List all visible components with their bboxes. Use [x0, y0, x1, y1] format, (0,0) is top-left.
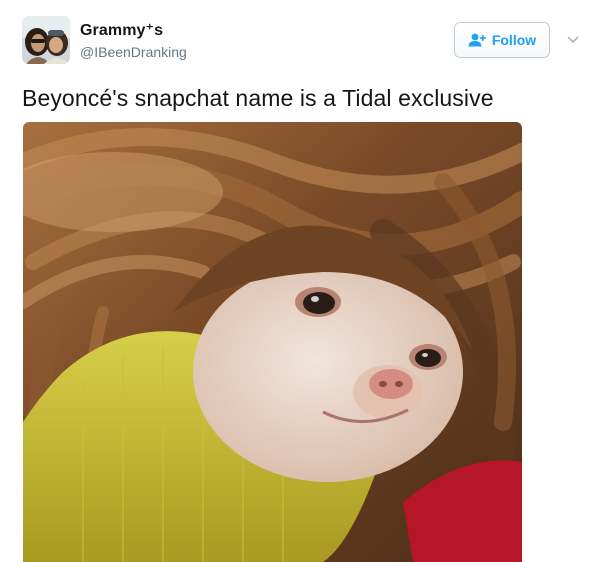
add-user-icon	[468, 33, 486, 47]
more-options-caret[interactable]	[566, 33, 580, 47]
avatar-image	[22, 16, 70, 64]
follow-button[interactable]: Follow	[454, 22, 550, 58]
display-name[interactable]: Grammy⁺s	[80, 21, 187, 41]
photo-chihuahua-in-wig	[23, 122, 522, 562]
user-handle[interactable]: @IBeenDranking	[80, 43, 187, 61]
tweet-text: Beyoncé's snapchat name is a Tidal exclu…	[22, 85, 494, 111]
tweet-card: Grammy⁺s @IBeenDranking Follow Beyoncé's…	[0, 0, 595, 562]
user-names: Grammy⁺s @IBeenDranking	[80, 21, 187, 61]
chevron-down-icon	[567, 36, 579, 43]
tweet-photo[interactable]	[23, 122, 522, 562]
follow-label: Follow	[491, 32, 537, 48]
avatar[interactable]	[22, 16, 70, 64]
